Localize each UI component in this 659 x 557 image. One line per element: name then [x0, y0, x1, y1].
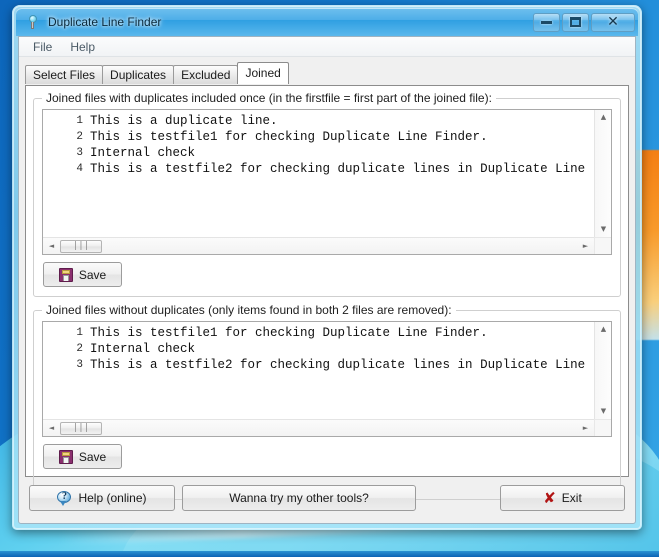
help-question-icon: ?: [57, 490, 72, 506]
scroll-left-icon[interactable]: ◄: [44, 420, 59, 436]
group-joined-with-duplicates: Joined files with duplicates included on…: [33, 91, 621, 297]
exit-x-icon: ✘: [543, 488, 556, 507]
scroll-thumb-grip-icon: |||: [72, 423, 90, 433]
line-number: 1: [76, 115, 83, 127]
joined-without-duplicates-textarea[interactable]: 1 This is testfile1 for checking Duplica…: [42, 321, 612, 437]
editor-line: 1 This is testfile1 for checking Duplica…: [43, 325, 594, 341]
tab-excluded[interactable]: Excluded: [173, 65, 239, 84]
help-question-mark: ?: [61, 490, 67, 502]
tab-page-joined: Joined files with duplicates included on…: [25, 85, 629, 500]
tab-strip: Select Files Duplicates Excluded Joined: [25, 62, 635, 84]
editor-2-body[interactable]: 1 This is testfile1 for checking Duplica…: [43, 322, 594, 419]
scroll-right-icon[interactable]: ►: [578, 238, 593, 254]
editor-1-horizontal-scrollbar[interactable]: ◄ ||| ►: [43, 237, 594, 254]
help-button-label: Help (online): [78, 491, 147, 505]
floppy-label: [61, 269, 70, 274]
floppy-save-icon: [58, 449, 73, 464]
editor-line: 2 Internal check: [43, 341, 594, 357]
scroll-up-icon[interactable]: ▲: [595, 110, 611, 125]
editor-1-lines: 1 This is a duplicate line. 2 This is te…: [43, 110, 594, 177]
group-joined-without-duplicates: Joined files without duplicates (only it…: [33, 303, 621, 500]
pin-bulb-icon: [25, 14, 41, 30]
save-joined-without-duplicates-button[interactable]: Save: [43, 444, 122, 469]
line-text: This is testfile1 for checking Duplicate…: [90, 130, 488, 144]
editor-1-vertical-scrollbar[interactable]: ▲ ▼: [594, 110, 611, 237]
tab-select-files[interactable]: Select Files: [25, 65, 104, 84]
joined-with-duplicates-textarea[interactable]: 1 This is a duplicate line. 2 This is te…: [42, 109, 612, 255]
exit-button[interactable]: ✘ Exit: [500, 485, 625, 511]
horizontal-scroll-thumb[interactable]: |||: [60, 422, 102, 435]
close-icon: ✕: [607, 14, 619, 30]
title-bar[interactable]: Duplicate Line Finder ✕: [16, 8, 638, 36]
line-text: Internal check: [90, 146, 196, 160]
menu-bar: File Help: [19, 37, 635, 57]
application-window: Duplicate Line Finder ✕ File Help Select…: [12, 5, 642, 530]
line-number: 2: [76, 131, 83, 143]
minimize-icon: [541, 20, 552, 24]
tab-duplicates[interactable]: Duplicates: [102, 65, 175, 84]
editor-2-horizontal-scrollbar[interactable]: ◄ ||| ►: [43, 419, 594, 436]
editor-2-lines: 1 This is testfile1 for checking Duplica…: [43, 322, 594, 373]
line-number: 2: [76, 343, 83, 355]
other-tools-button-label: Wanna try my other tools?: [229, 491, 369, 505]
client-area: File Help Select Files Duplicates Exclud…: [18, 36, 636, 524]
line-number: 1: [76, 327, 83, 339]
scroll-right-icon[interactable]: ►: [578, 420, 593, 436]
floppy-shutter: [62, 456, 69, 463]
line-number: 3: [76, 147, 83, 159]
bottom-button-bar: ? Help (online) Wanna try my other tools…: [25, 479, 629, 517]
group-1-title: Joined files with duplicates included on…: [42, 91, 496, 105]
editor-line: 3 This is a testfile2 for checking dupli…: [43, 357, 594, 373]
scroll-down-icon[interactable]: ▼: [595, 404, 611, 419]
other-tools-button[interactable]: Wanna try my other tools?: [182, 485, 416, 511]
window-title: Duplicate Line Finder: [48, 15, 162, 29]
horizontal-scroll-thumb[interactable]: |||: [60, 240, 102, 253]
menu-item-help[interactable]: Help: [61, 38, 104, 56]
maximize-button[interactable]: [562, 12, 589, 32]
exit-button-label: Exit: [561, 491, 582, 505]
scroll-left-icon[interactable]: ◄: [44, 238, 59, 254]
menu-item-file[interactable]: File: [24, 38, 61, 56]
line-text: Internal check: [90, 342, 196, 356]
line-text: This is testfile1 for checking Duplicate…: [90, 326, 488, 340]
floppy-label: [61, 451, 70, 456]
editor-line: 4 This is a testfile2 for checking dupli…: [43, 161, 594, 177]
scroll-up-icon[interactable]: ▲: [595, 322, 611, 337]
pin-bulb-stem: [31, 22, 34, 29]
save-button-label: Save: [78, 449, 107, 464]
help-online-button[interactable]: ? Help (online): [29, 485, 175, 511]
group-2-title: Joined files without duplicates (only it…: [42, 303, 456, 317]
editor-2-scrollbar-corner: [594, 419, 611, 436]
line-text: This is a testfile2 for checking duplica…: [90, 358, 586, 372]
line-text: This is a testfile2 for checking duplica…: [90, 162, 586, 176]
line-text: This is a duplicate line.: [90, 114, 278, 128]
editor-line: 1 This is a duplicate line.: [43, 113, 594, 129]
save-joined-with-duplicates-button[interactable]: Save: [43, 262, 122, 287]
editor-2-vertical-scrollbar[interactable]: ▲ ▼: [594, 322, 611, 419]
scroll-down-icon[interactable]: ▼: [595, 222, 611, 237]
editor-1-body[interactable]: 1 This is a duplicate line. 2 This is te…: [43, 110, 594, 237]
window-controls: ✕: [533, 12, 635, 32]
maximize-icon: [570, 17, 581, 27]
save-button-label: Save: [78, 267, 107, 282]
wallpaper-bottom-band: [0, 551, 659, 557]
editor-line: 2 This is testfile1 for checking Duplica…: [43, 129, 594, 145]
line-number: 4: [76, 163, 83, 175]
tab-joined[interactable]: Joined: [237, 62, 289, 84]
line-number: 3: [76, 359, 83, 371]
close-button[interactable]: ✕: [591, 12, 635, 32]
minimize-button[interactable]: [533, 12, 560, 32]
floppy-save-icon: [58, 267, 73, 282]
floppy-shutter: [62, 274, 69, 281]
scroll-thumb-grip-icon: |||: [72, 241, 90, 251]
editor-1-scrollbar-corner: [594, 237, 611, 254]
editor-line: 3 Internal check: [43, 145, 594, 161]
